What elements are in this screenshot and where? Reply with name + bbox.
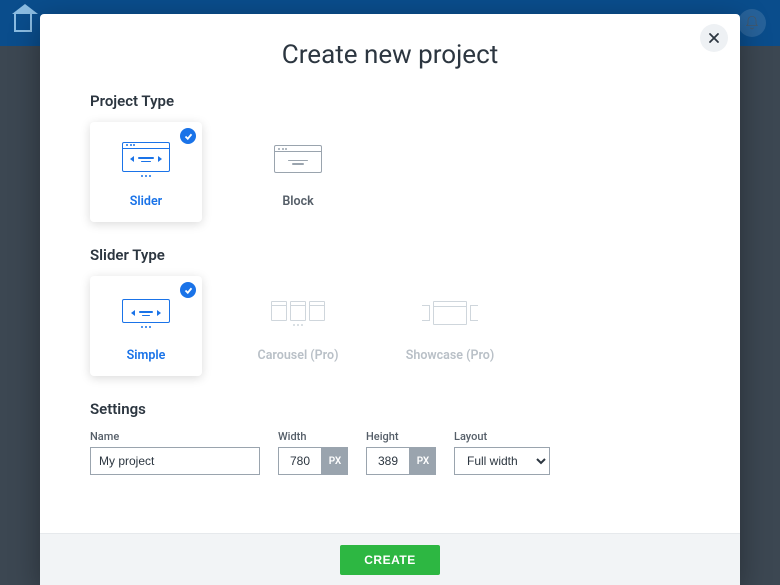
close-button[interactable] (700, 24, 728, 52)
create-button[interactable]: CREATE (340, 545, 439, 575)
card-label: Block (282, 194, 313, 209)
field-name: Name (90, 430, 260, 475)
modal-body: Create new project Project Type (40, 14, 740, 533)
settings-row: Name Width PX Height PX Layout (90, 430, 690, 475)
carousel-icon (271, 292, 325, 334)
width-input[interactable] (278, 447, 322, 475)
card-label: Simple (127, 348, 166, 363)
slider-type-showcase: Showcase (Pro) (394, 276, 506, 376)
width-unit: PX (322, 447, 348, 475)
notifications-button[interactable] (738, 9, 766, 37)
home-icon[interactable] (14, 14, 32, 32)
selected-check-icon (180, 128, 196, 144)
bell-icon (744, 15, 760, 31)
section-heading-project-type: Project Type (90, 92, 690, 110)
field-width: Width PX (278, 430, 348, 475)
card-label: Carousel (Pro) (258, 348, 339, 363)
width-label: Width (278, 430, 348, 443)
field-height: Height PX (366, 430, 436, 475)
card-label: Slider (130, 194, 162, 209)
project-type-block[interactable]: Block (242, 122, 354, 222)
field-layout: Layout Full width (454, 430, 550, 475)
height-unit: PX (410, 447, 436, 475)
slider-type-simple[interactable]: Simple (90, 276, 202, 376)
block-icon (274, 138, 322, 180)
close-icon (708, 32, 720, 44)
project-type-slider[interactable]: Slider (90, 122, 202, 222)
height-label: Height (366, 430, 436, 443)
modal-footer: CREATE (40, 533, 740, 585)
project-type-options: Slider Block (90, 122, 690, 222)
slider-type-carousel: Carousel (Pro) (242, 276, 354, 376)
layout-label: Layout (454, 430, 550, 443)
height-input[interactable] (366, 447, 410, 475)
showcase-icon (422, 292, 478, 334)
create-project-modal: Create new project Project Type (40, 14, 740, 585)
simple-icon (122, 292, 170, 334)
slider-icon (122, 138, 170, 180)
layout-select[interactable]: Full width (454, 447, 550, 475)
card-label: Showcase (Pro) (406, 348, 495, 363)
name-input[interactable] (90, 447, 260, 475)
selected-check-icon (180, 282, 196, 298)
slider-type-options: Simple Carousel (Pro) (90, 276, 690, 376)
name-label: Name (90, 430, 260, 443)
modal-title: Create new project (90, 40, 690, 70)
section-heading-slider-type: Slider Type (90, 246, 690, 264)
section-heading-settings: Settings (90, 400, 690, 418)
